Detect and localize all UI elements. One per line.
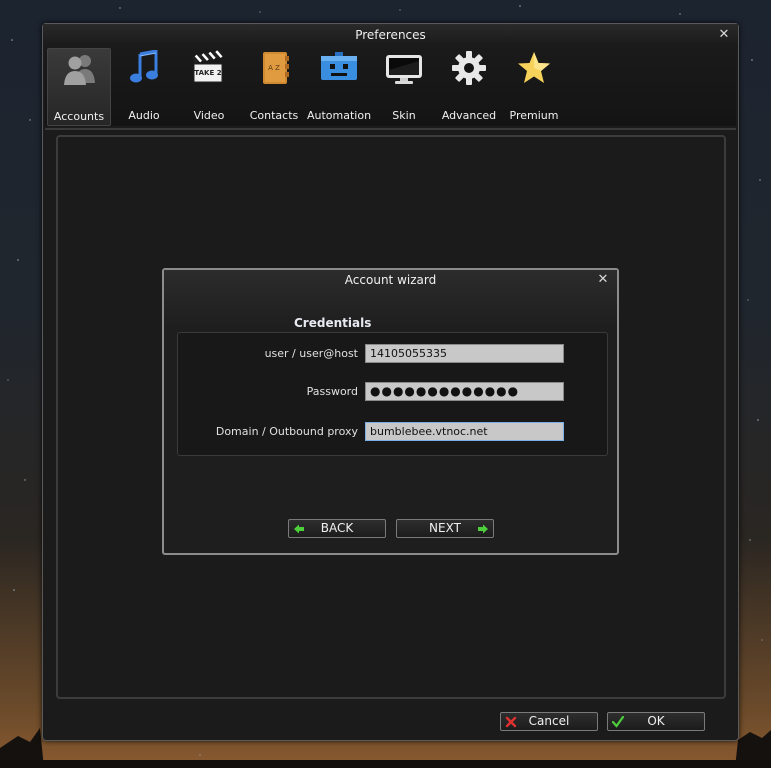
window-title: Preferences xyxy=(43,24,738,46)
tab-video[interactable]: TAKE 2 Video xyxy=(177,48,241,126)
tab-automation-label: Automation xyxy=(307,109,372,122)
monitor-icon xyxy=(386,55,422,84)
domain-input[interactable] xyxy=(365,422,564,441)
domain-field-label: Domain / Outbound proxy xyxy=(215,425,358,438)
tab-skin-label: Skin xyxy=(392,109,416,122)
toolbar-divider xyxy=(45,128,736,130)
account-wizard-dialog: Account wizard ✕ Credentials user / user… xyxy=(162,268,619,555)
credentials-heading: Credentials xyxy=(294,316,372,330)
tab-automation[interactable]: Automation xyxy=(307,48,371,126)
clapper-text: TAKE 2 xyxy=(194,69,221,77)
tab-accounts-label: Accounts xyxy=(53,110,105,123)
tab-accounts[interactable]: Accounts xyxy=(47,48,111,126)
user-input[interactable] xyxy=(365,344,564,363)
preferences-toolbar: Accounts Audio TAKE 2 Video A Z Contacts… xyxy=(45,48,736,126)
cancel-button-label: Cancel xyxy=(528,714,570,728)
gear-icon xyxy=(452,51,486,85)
star-icon xyxy=(518,52,550,83)
tab-premium-label: Premium xyxy=(509,109,559,122)
user-field-label: user / user@host xyxy=(264,347,358,360)
tab-advanced[interactable]: Advanced xyxy=(437,48,501,126)
next-button[interactable]: NEXT xyxy=(396,519,494,538)
cancel-button[interactable]: Cancel xyxy=(500,712,598,731)
tab-contacts[interactable]: A Z Contacts xyxy=(242,48,306,126)
dialog-title: Account wizard xyxy=(344,273,437,287)
users-icon xyxy=(64,55,95,85)
music-note-icon xyxy=(130,50,158,83)
clapperboard-icon: TAKE 2 xyxy=(192,50,223,83)
tab-video-label: Video xyxy=(193,109,225,122)
next-button-label: NEXT xyxy=(429,521,461,535)
address-book-letters: A Z xyxy=(268,64,280,72)
back-button[interactable]: BACK xyxy=(288,519,386,538)
ok-button-label: OK xyxy=(647,714,665,728)
robot-icon xyxy=(321,52,357,80)
password-input[interactable]: ●●●●●●●●●●●●● xyxy=(365,382,564,401)
close-dialog-icon[interactable]: ✕ xyxy=(596,273,610,287)
back-button-label: BACK xyxy=(320,521,354,535)
tab-skin[interactable]: Skin xyxy=(372,48,436,126)
address-book-icon: A Z xyxy=(263,52,289,84)
ok-button[interactable]: OK xyxy=(607,712,705,731)
tab-audio-label: Audio xyxy=(128,109,160,122)
tab-premium[interactable]: Premium xyxy=(502,48,566,126)
tab-audio[interactable]: Audio xyxy=(112,48,176,126)
tab-advanced-label: Advanced xyxy=(441,109,497,122)
tab-contacts-label: Contacts xyxy=(249,109,299,122)
password-field-label: Password xyxy=(306,385,358,398)
credentials-panel: user / user@host Password ●●●●●●●●●●●●● … xyxy=(177,332,608,456)
close-window-icon[interactable]: ✕ xyxy=(717,28,731,42)
